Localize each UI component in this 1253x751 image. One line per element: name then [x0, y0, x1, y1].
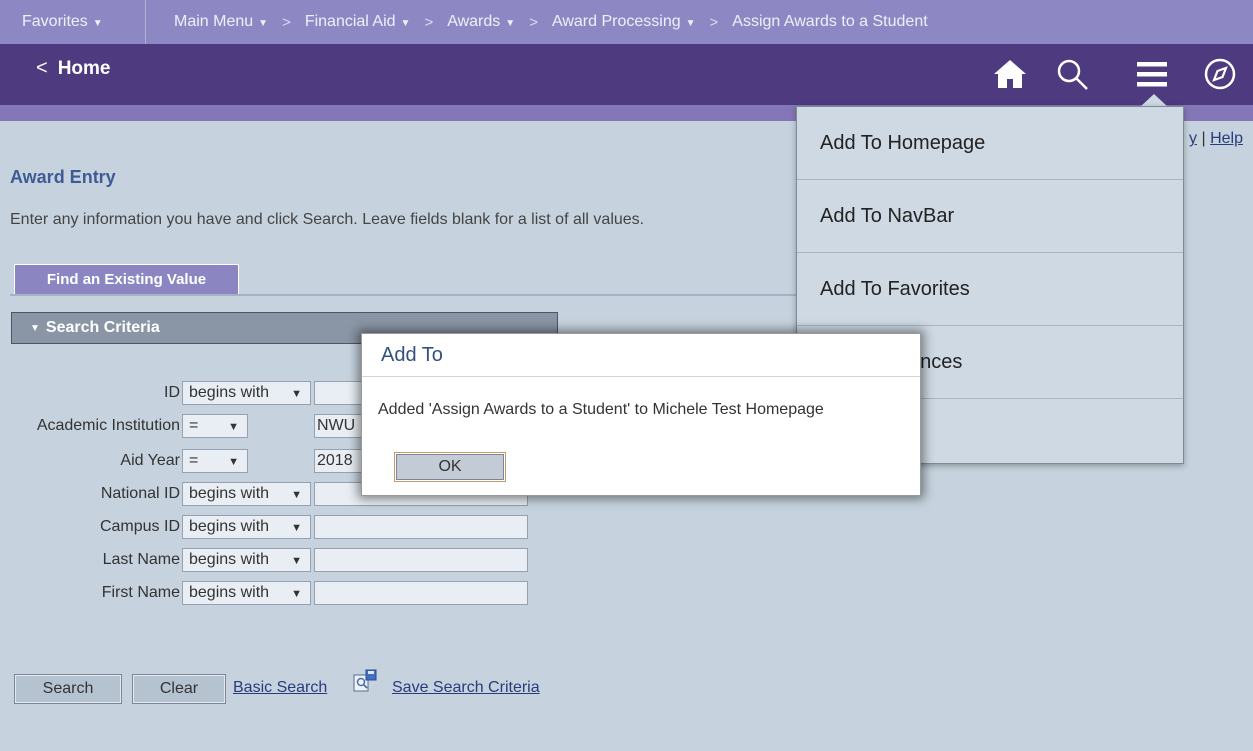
tab-find-existing-value[interactable]: Find an Existing Value: [14, 264, 239, 295]
campus-id-input[interactable]: [314, 515, 528, 539]
chevron-left-icon: <: [36, 57, 48, 79]
dropdown-arrow-icon: ▼: [291, 588, 302, 600]
dropdown-arrow-icon: ▼: [291, 555, 302, 567]
home-back-label: Home: [57, 57, 111, 79]
breadcrumb: Favorites ▼ Main Menu ▼ > Financial Aid …: [0, 0, 1253, 44]
chevron-down-icon: ▼: [258, 17, 269, 29]
favorites-menu[interactable]: Favorites ▼: [0, 0, 146, 44]
basic-search-link[interactable]: Basic Search: [233, 679, 327, 697]
field-row-first-name: First Name begins with ▼: [0, 580, 560, 606]
ok-button[interactable]: OK: [394, 452, 506, 482]
favorites-label: Favorites: [22, 13, 88, 30]
dropdown-arrow-icon: ▼: [291, 522, 302, 534]
clear-button[interactable]: Clear: [132, 674, 226, 704]
save-search-criteria-link[interactable]: Save Search Criteria: [392, 679, 540, 697]
link-separator: |: [1201, 130, 1211, 147]
field-label: Aid Year: [120, 452, 180, 469]
dropdown-arrow-icon: ▼: [291, 388, 302, 400]
breadcrumb-item-label: Awards: [447, 13, 501, 30]
dropdown-arrow-icon: ▼: [228, 456, 239, 468]
chevron-right-icon: >: [529, 13, 538, 31]
field-label: Last Name: [102, 551, 180, 568]
menu-item-add-to-favorites[interactable]: Add To Favorites: [797, 253, 1183, 326]
field-row-last-name: Last Name begins with ▼: [0, 547, 560, 573]
menu-item-add-to-navbar[interactable]: Add To NavBar: [797, 180, 1183, 253]
home-icon[interactable]: [990, 54, 1030, 94]
operator-select-id[interactable]: begins with ▼: [182, 381, 311, 405]
operator-select-institution[interactable]: = ▼: [182, 414, 248, 438]
save-search-icon[interactable]: [352, 669, 378, 695]
chevron-down-icon: ▼: [685, 17, 696, 29]
field-label: ID: [164, 384, 180, 401]
field-label: First Name: [101, 584, 180, 601]
chevron-down-icon: ▼: [30, 322, 40, 334]
dialog-title: Add To: [362, 334, 920, 377]
chevron-right-icon: >: [282, 13, 291, 31]
navbar-compass-icon[interactable]: [1200, 54, 1240, 94]
operator-value: begins with: [189, 485, 270, 502]
operator-value: begins with: [189, 551, 270, 568]
dropdown-arrow-icon: ▼: [228, 421, 239, 433]
breadcrumb-item-label: Financial Aid: [304, 13, 396, 30]
breadcrumb-current-label: Assign Awards to a Student: [732, 13, 928, 30]
breadcrumb-item-label: Award Processing: [551, 13, 681, 30]
partial-link[interactable]: y: [1189, 130, 1197, 147]
operator-select-first-name[interactable]: begins with ▼: [182, 581, 311, 605]
field-row-campus-id: Campus ID begins with ▼: [0, 514, 560, 540]
field-label: National ID: [100, 485, 180, 502]
first-name-input[interactable]: [314, 581, 528, 605]
main-menu-label: Main Menu: [174, 13, 254, 30]
chevron-down-icon: ▼: [92, 17, 103, 29]
breadcrumb-financial-aid[interactable]: Financial Aid ▼: [305, 13, 411, 31]
menu-item-add-to-homepage[interactable]: Add To Homepage: [797, 107, 1183, 180]
operator-value: =: [189, 452, 199, 469]
chevron-right-icon: >: [424, 13, 434, 31]
main-menu[interactable]: Main Menu ▼: [174, 13, 268, 31]
operator-value: begins with: [189, 384, 270, 401]
breadcrumb-current: Assign Awards to a Student: [732, 13, 927, 31]
search-icon[interactable]: [1052, 54, 1092, 94]
page-top-links: y | Help: [1189, 130, 1243, 148]
dropdown-arrow-icon: ▼: [291, 489, 302, 501]
chevron-down-icon: ▼: [505, 17, 516, 29]
home-back-button[interactable]: < Home: [36, 57, 110, 80]
field-label: Academic Institution: [36, 417, 180, 434]
operator-select-national-id[interactable]: begins with ▼: [182, 482, 311, 506]
operator-value: begins with: [189, 584, 270, 601]
header-bar: < Home: [0, 44, 1253, 105]
search-button[interactable]: Search: [14, 674, 122, 704]
tab-underline: [10, 294, 810, 296]
help-link[interactable]: Help: [1210, 130, 1243, 147]
menu-icon[interactable]: [1132, 54, 1172, 94]
field-label: Campus ID: [99, 518, 180, 535]
operator-select-campus-id[interactable]: begins with ▼: [182, 515, 311, 539]
breadcrumb-awards[interactable]: Awards ▼: [447, 13, 515, 31]
search-criteria-label: Search Criteria: [45, 319, 160, 336]
breadcrumb-award-processing[interactable]: Award Processing ▼: [552, 13, 696, 31]
operator-select-last-name[interactable]: begins with ▼: [182, 548, 311, 572]
add-to-dialog: Add To Added 'Assign Awards to a Student…: [361, 333, 921, 496]
chevron-down-icon: ▼: [400, 17, 411, 29]
instructions-text: Enter any information you have and click…: [10, 211, 645, 228]
dialog-message: Added 'Assign Awards to a Student' to Mi…: [378, 401, 824, 418]
chevron-right-icon: >: [709, 13, 719, 31]
operator-value: begins with: [189, 518, 270, 535]
last-name-input[interactable]: [314, 548, 528, 572]
operator-select-aid-year[interactable]: = ▼: [182, 449, 248, 473]
operator-value: =: [189, 417, 199, 434]
page-title: Award Entry: [10, 167, 116, 187]
